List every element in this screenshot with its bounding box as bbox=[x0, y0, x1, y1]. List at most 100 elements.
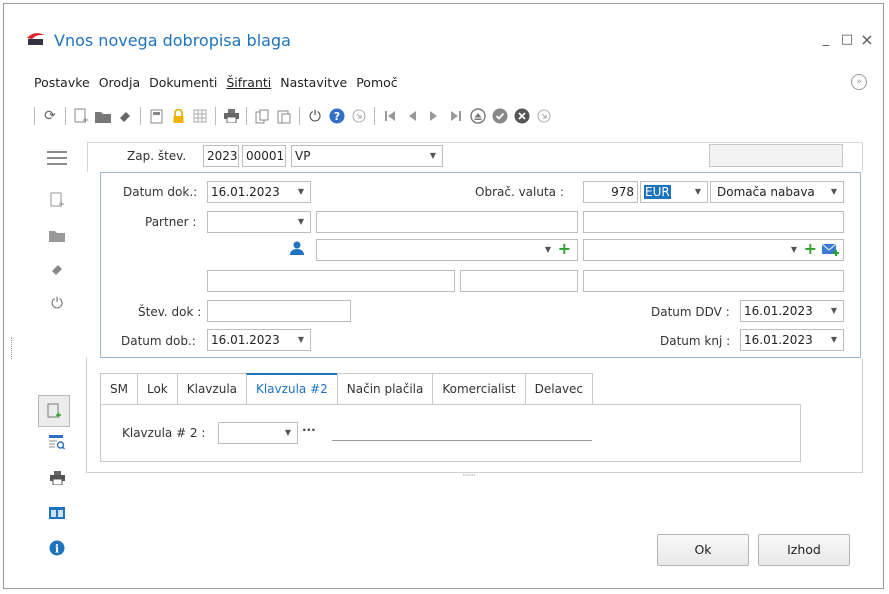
chevron-down-icon: ▼ bbox=[830, 187, 837, 196]
datum-dob-field[interactable]: 16.01.2023 ▼ bbox=[207, 329, 311, 351]
menu-pomoc[interactable]: Pomoč bbox=[356, 75, 397, 90]
address-field-1[interactable] bbox=[207, 270, 455, 292]
expand-icon[interactable] bbox=[348, 105, 370, 127]
panel-splitter[interactable]: ······· bbox=[462, 471, 476, 481]
app-logo-icon bbox=[27, 33, 45, 45]
datum-knj-field[interactable]: 16.01.2023 ▼ bbox=[740, 329, 844, 351]
help-icon[interactable]: ? bbox=[326, 105, 348, 127]
datum-ddv-field[interactable]: 16.01.2023 ▼ bbox=[740, 300, 844, 322]
toolbar-separator bbox=[65, 107, 66, 125]
toolbar-separator bbox=[299, 107, 300, 125]
previous-record-icon[interactable] bbox=[401, 105, 423, 127]
lock-icon[interactable] bbox=[167, 105, 189, 127]
datum-dob-value: 16.01.2023 bbox=[211, 333, 280, 347]
menu-nastavitve[interactable]: Nastavitve bbox=[280, 75, 347, 90]
chevron-down-icon: ▼ bbox=[429, 151, 436, 160]
grid-icon[interactable] bbox=[189, 105, 211, 127]
hamburger-menu-icon[interactable] bbox=[46, 147, 68, 169]
toolbar-separator bbox=[34, 107, 35, 125]
new-document-icon[interactable] bbox=[46, 189, 68, 211]
chevron-down-icon: ▼ bbox=[297, 335, 304, 344]
chevron-down-icon: ▼ bbox=[830, 306, 837, 315]
person-icon[interactable] bbox=[289, 240, 305, 256]
toolbar-separator bbox=[246, 107, 247, 125]
valuta-code-field[interactable]: 978 bbox=[583, 181, 638, 203]
copy-icon[interactable] bbox=[251, 105, 273, 127]
datum-dok-field[interactable]: 16.01.2023 ▼ bbox=[207, 181, 311, 203]
menu-orodja[interactable]: Orodja bbox=[99, 75, 140, 90]
svg-text:?: ? bbox=[334, 110, 340, 123]
year-field[interactable]: 2023 bbox=[203, 145, 239, 167]
partner-name-field[interactable] bbox=[316, 211, 578, 233]
print-icon[interactable] bbox=[220, 105, 242, 127]
menu-sifranti[interactable]: Šifranti bbox=[226, 75, 271, 90]
valuta-value: EUR bbox=[644, 185, 671, 199]
klavzula2-select[interactable]: ▼ bbox=[218, 422, 298, 444]
izhod-button[interactable]: Izhod bbox=[758, 534, 850, 566]
datum-dok-label: Datum dok.: bbox=[123, 185, 198, 199]
tab-nacin-placila[interactable]: Način plačila bbox=[336, 373, 434, 405]
last-record-icon[interactable] bbox=[445, 105, 467, 127]
calculator-icon[interactable] bbox=[145, 105, 167, 127]
tab-klavzula-2[interactable]: Klavzula #2 bbox=[246, 373, 338, 405]
confirm-icon[interactable] bbox=[489, 105, 511, 127]
list-search-icon[interactable] bbox=[46, 431, 68, 453]
new-item-icon[interactable] bbox=[38, 395, 70, 427]
minimize-button[interactable]: _ bbox=[816, 30, 836, 50]
obrac-valuta-label: Obrač. valuta : bbox=[475, 185, 564, 199]
menu-dokumenti[interactable]: Dokumenti bbox=[149, 75, 217, 90]
partner-select[interactable]: ▼ bbox=[207, 211, 311, 233]
eject-icon[interactable] bbox=[467, 105, 489, 127]
address-field-3[interactable] bbox=[583, 270, 844, 292]
power-icon[interactable]: ⏻ bbox=[46, 292, 68, 314]
add-address-icon[interactable]: + bbox=[804, 240, 817, 259]
info-icon[interactable]: i bbox=[46, 537, 68, 559]
status-box bbox=[709, 144, 843, 167]
address-field-2[interactable] bbox=[460, 270, 578, 292]
ok-button[interactable]: Ok bbox=[657, 534, 749, 566]
klavzula2-text-line[interactable] bbox=[332, 440, 592, 441]
tab-klavzula[interactable]: Klavzula bbox=[176, 373, 247, 405]
cancel-icon[interactable] bbox=[511, 105, 533, 127]
partner-extra-field[interactable] bbox=[583, 211, 844, 233]
tab-sm[interactable]: SM bbox=[100, 373, 138, 405]
klavzula2-browse-button[interactable]: ··· bbox=[302, 423, 316, 437]
paste-icon[interactable] bbox=[273, 105, 295, 127]
folder-icon[interactable] bbox=[92, 105, 114, 127]
stev-dok-label: Štev. dok : bbox=[138, 305, 202, 319]
nabava-value: Domača nabava bbox=[717, 185, 815, 199]
folder-icon[interactable] bbox=[46, 224, 68, 246]
next-record-icon[interactable] bbox=[423, 105, 445, 127]
sidebar-splitter[interactable] bbox=[11, 337, 12, 359]
eraser-icon[interactable] bbox=[46, 258, 68, 280]
eraser-icon[interactable] bbox=[114, 105, 136, 127]
add-contact-icon[interactable]: + bbox=[558, 240, 571, 259]
mail-add-icon[interactable] bbox=[821, 243, 840, 257]
tab-lok[interactable]: Lok bbox=[136, 373, 178, 405]
collapse-menu-icon[interactable]: » bbox=[851, 74, 867, 90]
collapse-icon[interactable] bbox=[533, 105, 555, 127]
refresh-icon[interactable]: ⟳ bbox=[39, 105, 61, 127]
menu-postavke[interactable]: Postavke bbox=[34, 75, 90, 90]
chevron-down-icon: ▼ bbox=[830, 335, 837, 344]
columns-icon[interactable] bbox=[46, 502, 68, 524]
klavzula2-label: Klavzula # 2 : bbox=[122, 426, 206, 440]
new-document-icon[interactable] bbox=[70, 105, 92, 127]
tab-komercialist[interactable]: Komercialist bbox=[432, 373, 526, 405]
doc-type-select[interactable]: VP ▼ bbox=[291, 145, 443, 167]
address-select[interactable]: ▼ + bbox=[583, 239, 844, 261]
number-field[interactable]: 00001 bbox=[242, 145, 286, 167]
nabava-select[interactable]: Domača nabava ▼ bbox=[710, 181, 844, 203]
chevron-down-icon: ▼ bbox=[694, 187, 701, 196]
first-record-icon[interactable] bbox=[379, 105, 401, 127]
print-icon[interactable] bbox=[46, 467, 68, 489]
valuta-select[interactable]: EUR ▼ bbox=[640, 181, 708, 203]
tab-delavec[interactable]: Delavec bbox=[524, 373, 594, 405]
contact-select[interactable]: ▼ + bbox=[316, 239, 578, 261]
maximize-button[interactable]: □ bbox=[837, 30, 857, 50]
partner-label: Partner : bbox=[145, 215, 197, 229]
power-icon[interactable]: ⏻ bbox=[304, 105, 326, 127]
close-button[interactable]: × bbox=[857, 30, 877, 50]
stev-dok-field[interactable] bbox=[207, 300, 351, 322]
toolbar-separator bbox=[140, 107, 141, 125]
